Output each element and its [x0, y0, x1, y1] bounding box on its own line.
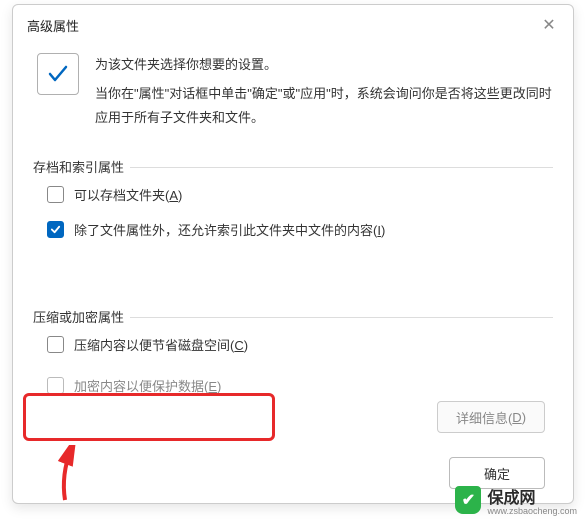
header-line1: 为该文件夹选择你想要的设置。 — [95, 53, 553, 78]
compress-group-label: 压缩或加密属性 — [33, 307, 130, 326]
header-row: 为该文件夹选择你想要的设置。 当你在"属性"对话框中单击"确定"或"应用"时，系… — [13, 43, 573, 141]
compress-group: 压缩或加密属性 压缩内容以便节省磁盘空间(C) 加密内容以便保护数据(E) — [33, 309, 553, 409]
index-checkbox[interactable] — [47, 221, 64, 238]
archive-checkbox[interactable] — [47, 186, 64, 203]
checkmark-icon — [37, 53, 79, 95]
compress-option-row[interactable]: 压缩内容以便节省磁盘空间(C) — [33, 327, 553, 362]
encrypt-option-label: 加密内容以便保护数据(E) — [74, 376, 221, 395]
index-option-label: 除了文件属性外，还允许索引此文件夹中文件的内容(I) — [74, 220, 385, 239]
compress-checkbox[interactable] — [47, 336, 64, 353]
watermark: ✔ 保成网 www.zsbaocheng.com — [455, 484, 577, 516]
watermark-url: www.zsbaocheng.com — [487, 506, 577, 516]
details-button: 详细信息(D) — [437, 401, 545, 433]
archive-group: 存档和索引属性 可以存档文件夹(A) 除了文件属性外，还允许索引此文件夹中文件的… — [33, 159, 553, 289]
advanced-attributes-dialog: 高级属性 ✕ 为该文件夹选择你想要的设置。 当你在"属性"对话框中单击"确定"或… — [12, 4, 574, 504]
dialog-title: 高级属性 — [27, 16, 79, 35]
titlebar: 高级属性 ✕ — [13, 5, 573, 43]
watermark-brand: 保成网 — [487, 490, 535, 507]
archive-option-label: 可以存档文件夹(A) — [74, 185, 182, 204]
header-text: 为该文件夹选择你想要的设置。 当你在"属性"对话框中单击"确定"或"应用"时，系… — [95, 53, 553, 131]
encrypt-checkbox — [47, 377, 64, 394]
archive-option-row[interactable]: 可以存档文件夹(A) — [33, 177, 553, 212]
compress-option-label: 压缩内容以便节省磁盘空间(C) — [74, 335, 248, 354]
index-option-row[interactable]: 除了文件属性外，还允许索引此文件夹中文件的内容(I) — [33, 212, 553, 247]
header-line2: 当你在"属性"对话框中单击"确定"或"应用"时，系统会询问你是否将这些更改同时应… — [95, 82, 553, 131]
archive-group-label: 存档和索引属性 — [33, 157, 130, 176]
shield-icon: ✔ — [455, 486, 481, 514]
annotation-arrow-icon — [53, 445, 93, 505]
close-icon[interactable]: ✕ — [539, 15, 559, 35]
